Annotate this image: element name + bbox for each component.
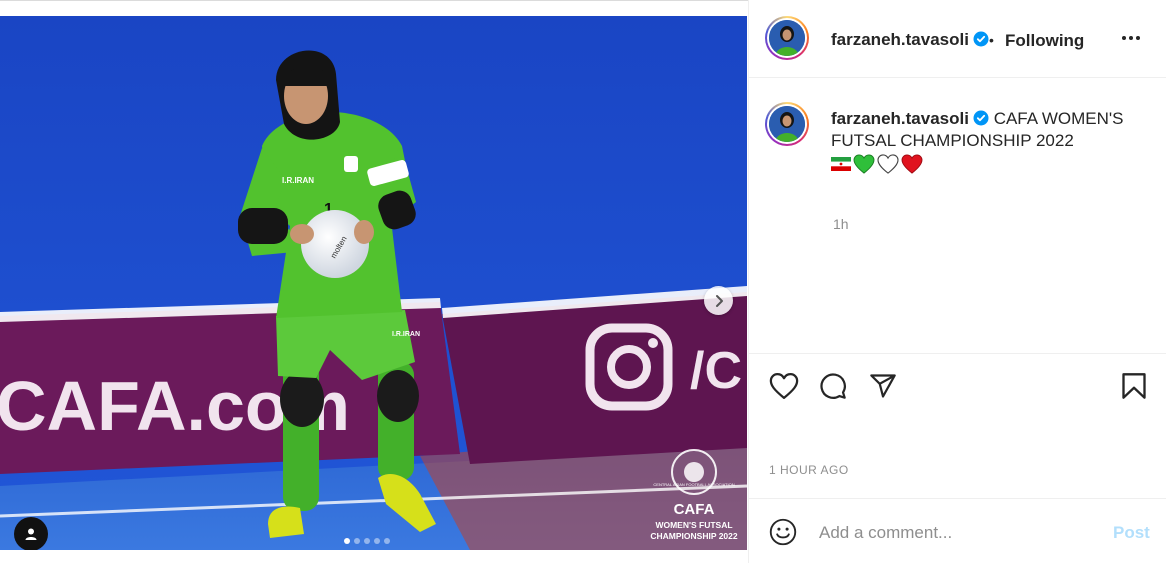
post-comment-button[interactable]: Post — [1113, 523, 1150, 543]
logo-title: CAFA — [674, 501, 715, 518]
banner-right-text: /C — [690, 342, 742, 400]
carousel-next-button[interactable] — [704, 286, 733, 315]
logo-line-2: CHAMPIONSHIP 2022 — [650, 531, 738, 541]
tagged-users-button[interactable] — [14, 517, 48, 550]
comment-button[interactable] — [819, 372, 847, 405]
emoji-picker-button[interactable] — [769, 518, 797, 551]
red-heart-icon — [901, 154, 923, 174]
more-horizontal-icon — [1122, 36, 1140, 40]
logo-line-1: WOMEN'S FUTSAL — [655, 520, 732, 530]
comment-input[interactable] — [817, 519, 1091, 547]
post-header: farzaneh.tavasoli • Following — [749, 0, 1166, 78]
like-button[interactable] — [769, 372, 799, 405]
caption-emojis — [831, 154, 1131, 174]
author-username-text[interactable]: farzaneh.tavasoli — [831, 30, 969, 49]
following-button[interactable]: Following — [1005, 31, 1084, 51]
white-heart-icon — [877, 154, 899, 174]
iran-flag-icon — [831, 157, 851, 171]
smiley-icon — [769, 518, 797, 546]
carousel-dot — [384, 538, 390, 544]
carousel-dot — [344, 538, 350, 544]
carousel-dot — [374, 538, 380, 544]
verified-badge-icon — [973, 110, 989, 126]
chevron-right-icon — [715, 294, 723, 307]
post-side-panel: farzaneh.tavasoli • Following farzaneh.t… — [748, 0, 1166, 563]
send-icon — [870, 374, 896, 398]
comment-bar: Post — [749, 498, 1166, 564]
action-bar — [749, 354, 1166, 420]
shorts-text: I.R.IRAN — [392, 331, 420, 338]
header-separator: • — [989, 32, 994, 48]
photo-scene: CAFA.com /C I.R.IRAN 1 I.R.IRAN molten C… — [0, 16, 747, 550]
jersey-text: I.R.IRAN — [282, 176, 314, 185]
caption-time[interactable]: 1h — [833, 216, 849, 232]
share-button[interactable] — [869, 372, 897, 405]
author-username[interactable]: farzaneh.tavasoli — [831, 30, 989, 50]
post-timestamp[interactable]: 1 HOUR AGO — [769, 463, 849, 477]
user-icon — [25, 528, 37, 540]
verified-badge-icon — [973, 31, 989, 47]
more-options-button[interactable] — [1119, 26, 1143, 55]
bookmark-icon — [1122, 373, 1146, 399]
green-heart-icon — [853, 154, 875, 174]
carousel-indicator — [344, 538, 390, 544]
author-avatar[interactable] — [765, 16, 809, 60]
logo-sub: CENTRAL ASIAN FOOTBALL ASSOCIATION — [653, 482, 734, 487]
avatar-image — [769, 106, 805, 142]
carousel-dot — [354, 538, 360, 544]
comment-icon — [820, 373, 846, 399]
caption-section: farzaneh.tavasoli CAFA WOMEN'S FUTSAL CH… — [749, 78, 1166, 354]
caption-text: farzaneh.tavasoli CAFA WOMEN'S FUTSAL CH… — [831, 108, 1131, 174]
caption-username[interactable]: farzaneh.tavasoli — [831, 109, 969, 128]
carousel-dot — [364, 538, 370, 544]
avatar-image — [769, 20, 805, 56]
save-button[interactable] — [1121, 372, 1147, 405]
caption-avatar[interactable] — [765, 102, 809, 146]
post-photo[interactable]: CAFA.com /C I.R.IRAN 1 I.R.IRAN molten C… — [0, 16, 747, 550]
heart-icon — [769, 373, 799, 399]
